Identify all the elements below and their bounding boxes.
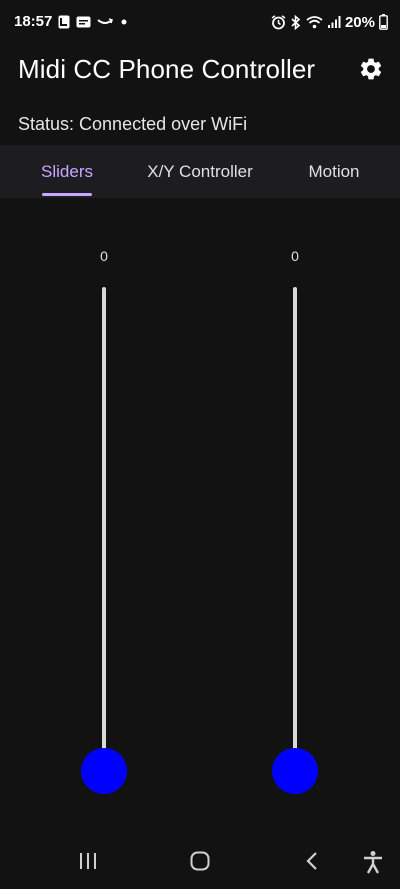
dot-icon <box>119 17 129 27</box>
slider-2-track[interactable] <box>293 287 297 771</box>
gear-icon <box>358 56 384 82</box>
home-button[interactable] <box>189 850 211 874</box>
amazon-icon <box>97 17 113 27</box>
status-time: 18:57 <box>14 13 53 30</box>
status-bar: 18:57 20% <box>0 0 400 44</box>
navigation-bar <box>0 836 400 889</box>
settings-button[interactable] <box>358 56 384 82</box>
message-icon <box>76 16 91 28</box>
tab-sliders[interactable]: Sliders <box>16 145 118 198</box>
recent-apps-button[interactable] <box>78 850 98 874</box>
battery-percent: 20% <box>344 13 375 31</box>
system-icons: 20% <box>271 12 388 32</box>
app-screen: 18:57 20% Midi CC Phone Controller Statu… <box>0 0 400 889</box>
battery-icon <box>379 14 388 30</box>
connection-status: Status: Connected over WiFi <box>18 114 248 134</box>
tab-motion-label: Motion <box>308 161 360 181</box>
slider-1-track[interactable] <box>102 287 106 771</box>
slider-2-thumb[interactable] <box>272 748 318 794</box>
notification-app-icon <box>58 15 70 29</box>
tab-xy-controller[interactable]: X/Y Controller <box>134 145 266 198</box>
bluetooth-icon <box>290 14 302 30</box>
tab-xy-controller-label: X/Y Controller <box>147 161 253 181</box>
recent-apps-icon <box>78 850 98 872</box>
signal-icon <box>327 15 341 29</box>
accessibility-icon <box>362 850 384 874</box>
alarm-icon <box>271 14 286 30</box>
app-title: Midi CC Phone Controller <box>18 54 316 84</box>
home-icon <box>189 850 211 872</box>
accessibility-button[interactable] <box>362 850 384 874</box>
slider-1-value: 0 <box>100 248 108 264</box>
back-icon <box>303 850 321 872</box>
app-bar: Midi CC Phone Controller <box>0 44 400 100</box>
back-button[interactable] <box>303 850 321 874</box>
slider-2-value: 0 <box>291 248 299 264</box>
tab-motion[interactable]: Motion <box>282 145 386 198</box>
slider-1-thumb[interactable] <box>81 748 127 794</box>
wifi-icon <box>306 15 323 29</box>
notification-icons <box>58 13 129 31</box>
tab-sliders-label: Sliders <box>41 161 93 181</box>
tab-bar: Sliders X/Y Controller Motion <box>0 145 400 198</box>
active-tab-indicator <box>42 193 92 196</box>
